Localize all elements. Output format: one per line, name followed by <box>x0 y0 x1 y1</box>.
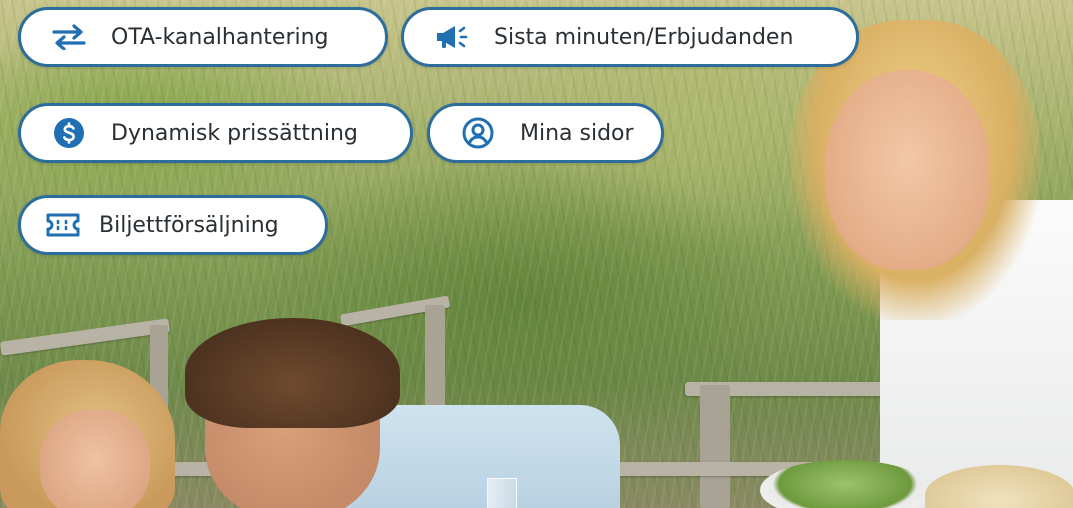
feature-label-last-minute: Sista minuten/Erbjudanden <box>494 24 794 50</box>
photo-woman-face <box>825 70 990 270</box>
photo-fence-post <box>700 385 730 508</box>
swap-arrows-icon <box>51 21 87 53</box>
feature-pill-ota[interactable]: OTA-kanalhantering <box>18 7 388 67</box>
megaphone-icon <box>434 21 470 53</box>
dollar-circle-icon <box>51 117 87 149</box>
feature-pill-tickets[interactable]: Biljettförsäljning <box>18 195 328 255</box>
feature-pill-my-pages[interactable]: Mina sidor <box>427 103 664 163</box>
user-circle-icon <box>460 117 496 149</box>
feature-label-dynamic-pricing: Dynamisk prissättning <box>111 120 358 146</box>
feature-label-ota: OTA-kanalhantering <box>111 24 329 50</box>
feature-pill-last-minute[interactable]: Sista minuten/Erbjudanden <box>401 7 859 67</box>
ticket-icon <box>45 209 81 241</box>
feature-label-tickets: Biljettförsäljning <box>99 212 279 238</box>
photo-glass <box>487 478 517 508</box>
photo-girl-face <box>40 410 150 508</box>
feature-pill-dynamic-pricing[interactable]: Dynamisk prissättning <box>18 103 413 163</box>
feature-label-my-pages: Mina sidor <box>520 120 634 146</box>
photo-man-hair <box>185 318 400 428</box>
